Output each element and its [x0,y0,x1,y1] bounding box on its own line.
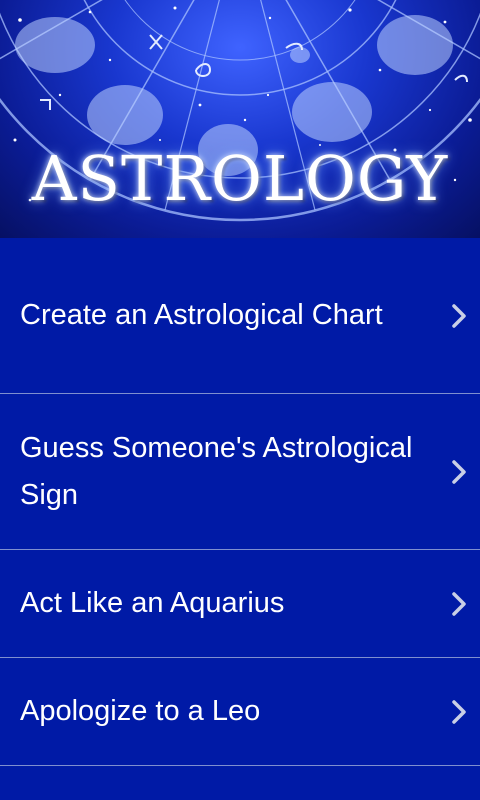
menu-list: Create an Astrological Chart Guess Someo… [0,238,480,800]
header-banner: ASTROLOGY [0,0,480,238]
chevron-right-icon [452,303,466,328]
app-screen: ASTROLOGY Create an Astrological Chart G… [0,0,480,800]
menu-item-create-chart[interactable]: Create an Astrological Chart [0,238,480,394]
app-title: ASTROLOGY [31,142,449,215]
menu-item-apologize-leo[interactable]: Apologize to a Leo [0,658,480,766]
menu-item-label: Apologize to a Leo [20,695,261,727]
menu-item-act-like-aquarius[interactable]: Act Like an Aquarius [0,550,480,658]
menu-item-label: Guess Someone's Astrological Sign [20,431,413,511]
menu-item-label: Create an Astrological Chart [20,299,383,331]
chevron-right-icon [452,591,466,616]
chevron-right-icon [452,459,466,484]
chevron-right-icon [452,699,466,724]
menu-item-guess-sign[interactable]: Guess Someone's Astrological Sign [0,394,480,550]
menu-item-label: Act Like an Aquarius [20,587,285,619]
